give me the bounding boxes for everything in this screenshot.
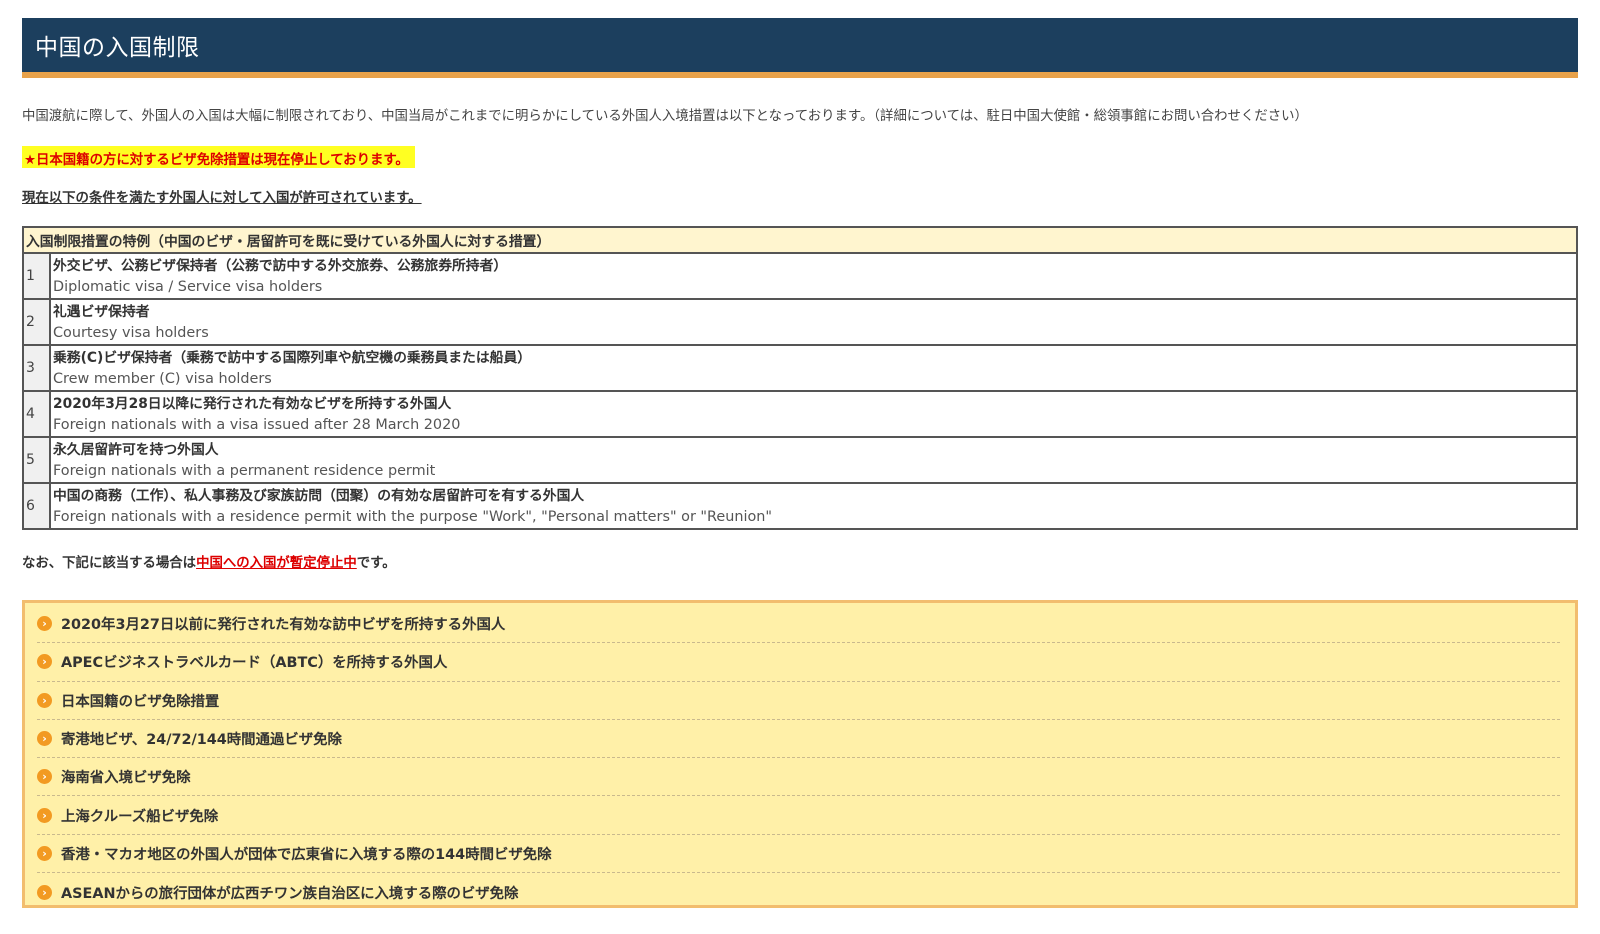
table-row: 4 2020年3月28日以降に発行された有効なビザを所持する外国人 Foreig…: [22, 390, 1578, 438]
list-item-label: 海南省入境ビザ免除: [61, 770, 191, 787]
row-number: 4: [22, 390, 51, 438]
list-item: › 香港・マカオ地区の外国人が団体で広東省に入境する際の144時間ビザ免除: [37, 835, 1560, 874]
row-text-ja: 乗務(C)ビザ保持者（乗務で訪中する国際列車や航空機の乗務員または船員）: [53, 350, 532, 366]
row-number: 2: [22, 298, 51, 346]
suspended-measures-list: › 2020年3月27日以前に発行された有効な訪中ビザを所持する外国人 › APEC…: [37, 605, 1560, 911]
row-number: 1: [22, 252, 51, 300]
page-title: 中国の入国制限: [35, 35, 200, 61]
visa-exemption-notice: ★日本国籍の方に対するビザ免除措置は現在停止しております。: [22, 146, 415, 168]
list-item-label: 香港・マカオ地区の外国人が団体で広東省に入境する際の144時間ビザ免除: [61, 846, 552, 863]
row-text-en: Courtesy visa holders: [53, 325, 209, 341]
conditions-heading: 現在以下の条件を満たす外国人に対して入国が許可されています。: [22, 191, 422, 206]
row-description: 外交ビザ、公務ビザ保持者（公務で訪中する外交旅券、公務旅券所持者） Diplom…: [49, 252, 1578, 300]
chevron-right-circle-icon: ›: [37, 845, 52, 861]
entry-suspended-link[interactable]: 中国への入国が暫定停止中: [196, 556, 357, 571]
list-item-label: 上海クルーズ船ビザ免除: [61, 808, 219, 825]
row-description: 2020年3月28日以降に発行された有効なビザを所持する外国人 Foreign …: [49, 390, 1578, 438]
row-text-en: Foreign nationals with a permanent resid…: [53, 463, 436, 479]
row-text-en: Foreign nationals with a residence permi…: [53, 509, 773, 525]
row-text-ja: 2020年3月28日以降に発行された有効なビザを所持する外国人: [53, 396, 452, 412]
list-item-label: 2020年3月27日以前に発行された有効な訪中ビザを所持する外国人: [61, 617, 506, 634]
chevron-right-circle-icon: ›: [37, 692, 52, 708]
intro-text: 中国渡航に際して、外国人の入国は大幅に制限されており、中国当局がこれまでに明らか…: [22, 109, 1308, 124]
note-prefix: なお、下記に該当する場合は: [22, 556, 197, 571]
chevron-right-circle-icon: ›: [37, 884, 52, 900]
list-item: › 海南省入境ビザ免除: [37, 758, 1560, 797]
list-item: › 2020年3月27日以前に発行された有効な訪中ビザを所持する外国人: [37, 605, 1560, 644]
row-text-ja: 外交ビザ、公務ビザ保持者（公務で訪中する外交旅券、公務旅券所持者）: [53, 258, 508, 274]
row-text-ja: 礼遇ビザ保持者: [53, 304, 150, 320]
table-row: 3 乗務(C)ビザ保持者（乗務で訪中する国際列車や航空機の乗務員または船員） C…: [22, 344, 1578, 392]
note-suffix: です。: [356, 556, 396, 571]
chevron-right-circle-icon: ›: [37, 616, 52, 632]
row-text-ja: 永久居留許可を持つ外国人: [53, 442, 219, 458]
suspended-measures-box: › 2020年3月27日以前に発行された有効な訪中ビザを所持する外国人 › APEC…: [22, 600, 1578, 908]
list-item-label: ASEANからの旅行団体が広西チワン族自治区に入境する際のビザ免除: [61, 885, 519, 902]
row-text-en: Foreign nationals with a visa issued aft…: [53, 417, 461, 433]
row-text-ja: 中国の商務（工作）、私人事務及び家族訪問（団聚）の有効な居留許可を有する外国人: [53, 488, 585, 504]
list-item-label: APECビジネストラベルカード（ABTC）を所持する外国人: [61, 655, 448, 672]
list-item: › 上海クルーズ船ビザ免除: [37, 796, 1560, 835]
page: 中国の入国制限 中国渡航に際して、外国人の入国は大幅に制限されており、中国当局が…: [0, 0, 1600, 934]
list-item: › APECビジネストラベルカード（ABTC）を所持する外国人: [37, 643, 1560, 682]
table-row: 6 中国の商務（工作）、私人事務及び家族訪問（団聚）の有効な居留許可を有する外国…: [22, 482, 1578, 530]
row-text-en: Crew member (C) visa holders: [53, 371, 272, 387]
table-header: 入国制限措置の特例（中国のビザ・居留許可を既に受けている外国人に対する措置）: [22, 226, 1578, 254]
row-number: 5: [22, 436, 51, 484]
row-number: 6: [22, 482, 51, 530]
list-item: › 寄港地ビザ、24/72/144時間通過ビザ免除: [37, 720, 1560, 759]
list-item-label: 日本国籍のビザ免除措置: [61, 693, 220, 710]
chevron-right-circle-icon: ›: [37, 769, 52, 785]
page-header: 中国の入国制限: [22, 18, 1578, 78]
row-description: 永久居留許可を持つ外国人 Foreign nationals with a pe…: [49, 436, 1578, 484]
row-number: 3: [22, 344, 51, 392]
chevron-right-circle-icon: ›: [37, 654, 52, 670]
list-item-label: 寄港地ビザ、24/72/144時間通過ビザ免除: [61, 732, 342, 749]
row-description: 礼遇ビザ保持者 Courtesy visa holders: [49, 298, 1578, 346]
list-item: › ASEANからの旅行団体が広西チワン族自治区に入境する際のビザ免除: [37, 873, 1560, 911]
table-row: 5 永久居留許可を持つ外国人 Foreign nationals with a …: [22, 436, 1578, 484]
table-header-row: 入国制限措置の特例（中国のビザ・居留許可を既に受けている外国人に対する措置）: [22, 226, 1578, 254]
chevron-right-circle-icon: ›: [37, 807, 52, 823]
list-item: › 日本国籍のビザ免除措置: [37, 682, 1560, 720]
row-description: 乗務(C)ビザ保持者（乗務で訪中する国際列車や航空機の乗務員または船員） Cre…: [49, 344, 1578, 392]
table-row: 2 礼遇ビザ保持者 Courtesy visa holders: [22, 298, 1578, 346]
row-text-en: Diplomatic visa / Service visa holders: [53, 279, 323, 295]
entry-exceptions-table: 入国制限措置の特例（中国のビザ・居留許可を既に受けている外国人に対する措置） 1…: [22, 226, 1578, 530]
suspension-note: なお、下記に該当する場合は中国への入国が暫定停止中です。: [22, 551, 396, 571]
chevron-right-circle-icon: ›: [37, 731, 52, 747]
row-description: 中国の商務（工作）、私人事務及び家族訪問（団聚）の有効な居留許可を有する外国人 …: [49, 482, 1578, 530]
table-row: 1 外交ビザ、公務ビザ保持者（公務で訪中する外交旅券、公務旅券所持者） Dipl…: [22, 252, 1578, 300]
